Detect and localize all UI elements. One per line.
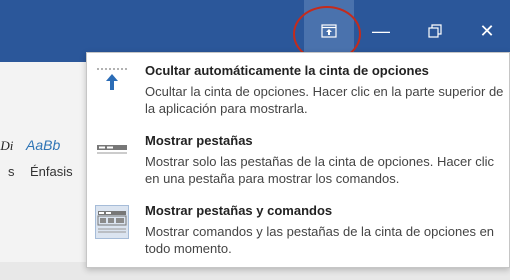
menu-item-title: Mostrar pestañas [145,133,253,148]
style-name-1: s [8,164,15,179]
close-icon: ✕ [479,21,495,41]
style-sample-2[interactable]: AaBb [26,137,60,153]
auto-hide-ribbon-icon [95,65,129,99]
menu-item-title: Ocultar automáticamente la cinta de opci… [145,63,429,78]
restore-icon [428,24,442,38]
show-tabs-icon [95,135,129,169]
menu-item-show-tabs[interactable]: Mostrar pestañas Mostrar solo las pestañ… [87,129,509,195]
menu-item-show-tabs-and-commands[interactable]: Mostrar pestañas y comandos Mostrar coma… [87,199,509,265]
ribbon-display-options-menu: Ocultar automáticamente la cinta de opci… [86,52,510,268]
menu-item-title: Mostrar pestañas y comandos [145,203,333,218]
menu-item-description: Mostrar solo las pestañas de la cinta de… [145,154,495,186]
menu-item-description: Mostrar comandos y las pestañas de la ci… [145,224,495,256]
minimize-icon: — [372,21,390,41]
menu-item-auto-hide-ribbon[interactable]: Ocultar automáticamente la cinta de opci… [87,59,509,125]
ribbon-display-options-icon [321,24,337,38]
show-tabs-and-commands-icon [95,205,129,239]
style-sample-1[interactable]: ̱:Di [0,138,13,154]
menu-item-description: Ocultar la cinta de opciones. Hacer clic… [145,84,504,116]
style-name-2: Énfasis [30,164,73,179]
